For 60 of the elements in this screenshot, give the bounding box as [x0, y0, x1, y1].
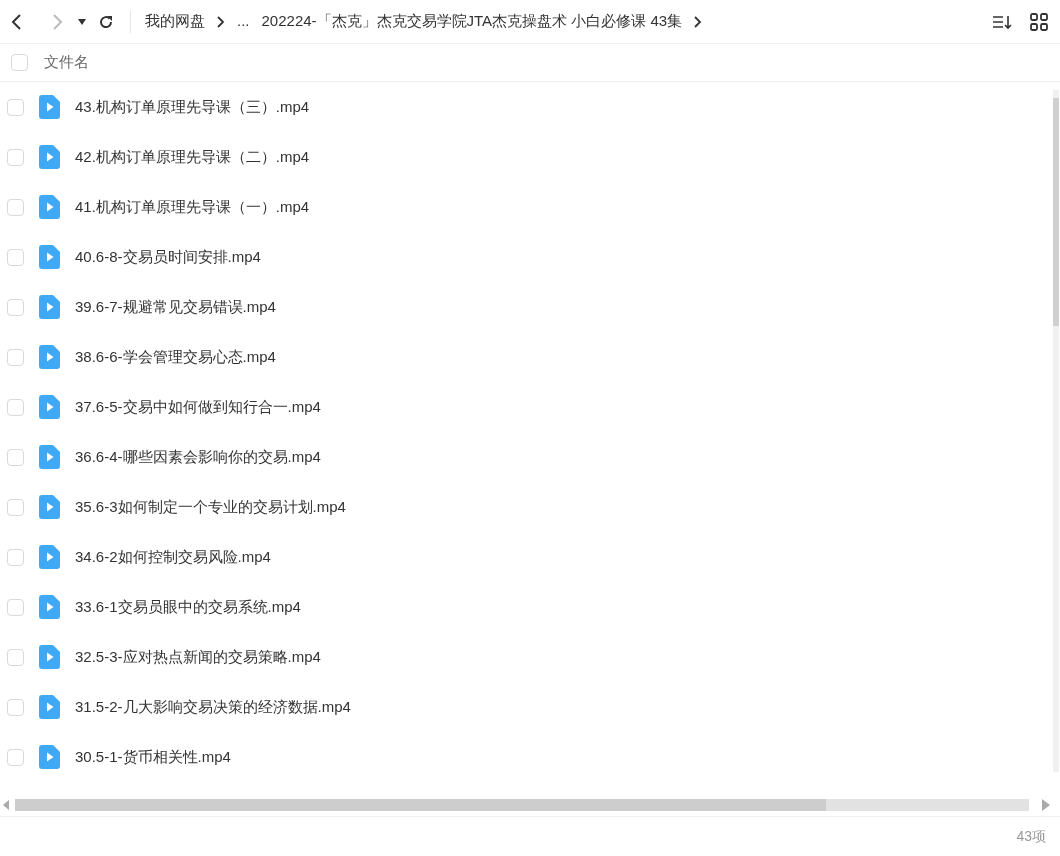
breadcrumb-item[interactable]: 202224-「杰克」杰克交易学院JTA杰克操盘术 小白必修课 43集 [261, 10, 683, 33]
video-file-icon [39, 645, 60, 669]
row-checkbox[interactable] [7, 348, 24, 366]
breadcrumb-item[interactable]: 我的网盘 [145, 10, 205, 33]
chevron-right-icon [217, 15, 225, 28]
row-checkbox[interactable] [7, 248, 24, 266]
chevron-right-icon [694, 15, 703, 28]
video-file-icon [39, 295, 60, 319]
file-name[interactable]: 43.机构订单原理先导课（三）.mp4 [75, 95, 310, 119]
file-name[interactable]: 31.5-2-几大影响交易决策的经济数据.mp4 [75, 695, 351, 719]
row-checkbox[interactable] [7, 198, 24, 216]
file-name[interactable]: 32.5-3-应对热点新闻的交易策略.mp4 [75, 645, 321, 669]
video-file-icon [39, 245, 60, 269]
row-checkbox[interactable] [7, 648, 24, 666]
select-all-checkbox[interactable] [11, 54, 28, 71]
video-file-icon [39, 495, 60, 519]
row-checkbox[interactable] [7, 548, 24, 566]
scrollbar-thumb[interactable] [15, 799, 827, 811]
file-name[interactable]: 41.机构订单原理先导课（一）.mp4 [75, 195, 310, 219]
video-file-icon [39, 345, 60, 369]
video-file-icon [39, 695, 60, 719]
video-file-icon [39, 545, 60, 569]
file-name[interactable]: 35.6-3如何制定一个专业的交易计划.mp4 [75, 495, 346, 519]
video-file-icon [39, 95, 60, 119]
file-name[interactable]: 36.6-4-哪些因素会影响你的交易.mp4 [75, 445, 321, 469]
row-checkbox[interactable] [7, 498, 24, 516]
file-name[interactable]: 33.6-1交易员眼中的交易系统.mp4 [75, 595, 301, 619]
row-checkbox[interactable] [7, 598, 24, 616]
row-checkbox[interactable] [7, 98, 24, 116]
file-name[interactable]: 30.5-1-货币相关性.mp4 [75, 745, 231, 769]
dropdown-caret-icon[interactable] [78, 18, 86, 25]
vertical-scrollbar[interactable] [1053, 90, 1059, 772]
file-name[interactable]: 42.机构订单原理先导课（二）.mp4 [75, 145, 310, 169]
file-name[interactable]: 39.6-7-规避常见交易错误.mp4 [75, 295, 276, 319]
item-count: 43项 [1016, 827, 1046, 846]
file-name[interactable]: 38.6-6-学会管理交易心态.mp4 [75, 345, 276, 369]
row-checkbox[interactable] [7, 748, 24, 766]
video-file-icon [39, 445, 60, 469]
row-checkbox[interactable] [7, 298, 24, 316]
grid-view-icon[interactable] [1030, 12, 1048, 31]
row-checkbox[interactable] [7, 398, 24, 416]
file-name[interactable]: 37.6-5-交易中如何做到知行合一.mp4 [75, 395, 321, 419]
scroll-left-icon[interactable] [3, 800, 9, 810]
row-checkbox[interactable] [7, 148, 24, 166]
video-file-icon [39, 595, 60, 619]
video-file-icon [39, 195, 60, 219]
row-checkbox[interactable] [7, 448, 24, 466]
sort-icon[interactable] [992, 13, 1012, 30]
video-file-icon [39, 395, 60, 419]
video-file-icon [39, 745, 60, 769]
column-header[interactable]: 文件名 [44, 51, 89, 74]
breadcrumb-item[interactable]: ... [237, 10, 250, 33]
scrollbar-thumb[interactable] [1053, 98, 1059, 326]
row-checkbox[interactable] [7, 698, 24, 716]
scroll-right-icon[interactable] [1042, 799, 1050, 811]
refresh-icon[interactable] [98, 13, 114, 30]
file-name[interactable]: 34.6-2如何控制交易风险.mp4 [75, 545, 271, 569]
horizontal-scrollbar[interactable] [15, 799, 1029, 811]
file-name[interactable]: 40.6-8-交易员时间安排.mp4 [75, 245, 261, 269]
video-file-icon [39, 145, 60, 169]
